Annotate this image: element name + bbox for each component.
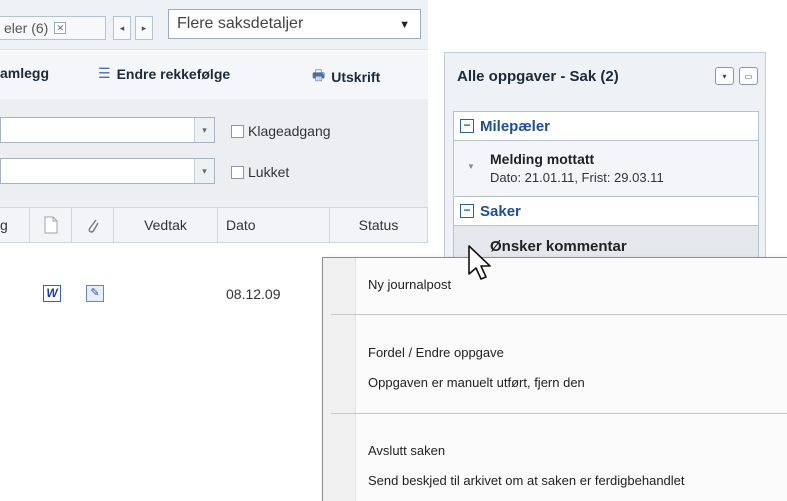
panel-maximize-button[interactable]: ▭: [739, 67, 758, 85]
print-label: Utskrift: [331, 69, 381, 85]
chevron-down-icon[interactable]: ▾: [194, 159, 214, 183]
section-label: Saker: [480, 202, 521, 220]
menu-item-avslutt-saken[interactable]: Avslutt saken: [368, 443, 445, 458]
tab-label: eler (6): [4, 20, 49, 36]
panel-menu-button[interactable]: ▾: [715, 67, 734, 85]
prev-tab-button[interactable]: ◂: [113, 16, 131, 40]
klageadgang-label: Klageadgang: [248, 123, 331, 139]
col-header-dato[interactable]: Dato: [218, 208, 330, 242]
col-header-status[interactable]: Status: [330, 208, 428, 242]
details-select-value: Flere saksdetaljer: [177, 15, 304, 32]
details-select[interactable]: Flere saksdetaljer ▼: [168, 9, 421, 39]
samlegg-label: amlegg: [0, 65, 50, 81]
tab-strip: eler (6) ✕ ◂ ▸ Flere saksdetaljer ▼: [0, 0, 428, 50]
menu-separator: [331, 314, 787, 315]
chevron-left-icon: ◂: [119, 22, 125, 33]
print-button[interactable]: 🖶 Utskrift: [312, 65, 380, 89]
task-subtitle: Dato: 21.01.11, Frist: 29.03.11: [490, 170, 664, 185]
reorder-label: Endre rekkefølge: [116, 65, 231, 82]
menu-item-ny-journalpost[interactable]: Ny journalpost: [368, 277, 451, 292]
col-header-attachment[interactable]: [72, 208, 114, 242]
col-header-vedtak[interactable]: Vedtak: [114, 208, 218, 242]
menu-item-manuelt-utfort[interactable]: Oppgaven er manuelt utført, fjern den: [368, 375, 585, 390]
edit-icon[interactable]: ✎: [86, 285, 104, 302]
section-milepaeler[interactable]: − Milepæler: [453, 111, 759, 141]
task-item[interactable]: ▼ Melding mottatt Dato: 21.01.11, Frist:…: [453, 141, 759, 195]
samlegg-button[interactable]: amlegg: [0, 65, 49, 81]
paperclip-icon: [88, 219, 99, 233]
word-document-icon[interactable]: W: [43, 285, 61, 302]
section-label: Milepæler: [480, 117, 551, 135]
document-icon: [44, 216, 57, 234]
menu-item-send-beskjed[interactable]: Send beskjed til arkivet om at saken er …: [368, 473, 685, 488]
col-header-document[interactable]: [30, 208, 72, 242]
col-header-g[interactable]: g: [0, 208, 30, 242]
list-order-icon: ☰: [98, 65, 111, 81]
close-icon[interactable]: ✕: [54, 22, 67, 34]
filter-combo-2[interactable]: ▾: [0, 158, 215, 184]
row-date: 08.12.09: [226, 286, 281, 302]
task-title: Ønsker kommentar: [490, 238, 627, 255]
table-header: g Vedtak Dato Status: [0, 207, 428, 243]
menu-separator: [331, 413, 787, 414]
klageadgang-checkbox[interactable]: Klageadgang: [231, 123, 331, 139]
menu-item-fordel-endre[interactable]: Fordel / Endre oppgave: [368, 345, 504, 360]
printer-icon: 🖶: [312, 67, 326, 83]
collapse-icon[interactable]: −: [460, 119, 474, 133]
chevron-down-icon: ▼: [399, 19, 410, 31]
task-title: Melding mottatt: [490, 151, 595, 167]
toolbar: amlegg ☰ Endre rekkefølge 🖶 Utskrift: [0, 51, 428, 99]
section-saker[interactable]: − Saker: [453, 196, 759, 226]
context-menu: Ny journalpost Fordel / Endre oppgave Op…: [322, 257, 787, 501]
chevron-down-icon: ▾: [722, 71, 727, 81]
expand-icon[interactable]: ▼: [467, 162, 475, 171]
filter-area: ▾ Klageadgang ▾ Lukket: [0, 99, 428, 207]
tab-active[interactable]: eler (6) ✕: [0, 16, 106, 40]
lukket-label: Lukket: [248, 164, 290, 180]
filter-combo-1[interactable]: ▾: [0, 117, 215, 143]
next-tab-button[interactable]: ▸: [135, 16, 153, 40]
chevron-down-icon[interactable]: ▾: [194, 118, 214, 142]
lukket-checkbox[interactable]: Lukket: [231, 164, 289, 180]
chevron-right-icon: ▸: [141, 22, 147, 33]
collapse-icon[interactable]: −: [460, 204, 474, 218]
mouse-cursor-icon: [468, 245, 491, 280]
menu-gutter: [323, 258, 356, 501]
checkbox-box[interactable]: [231, 165, 244, 179]
checkbox-box[interactable]: [231, 124, 244, 138]
maximize-icon: ▭: [744, 71, 753, 81]
reorder-button[interactable]: ☰ Endre rekkefølge: [98, 65, 230, 82]
